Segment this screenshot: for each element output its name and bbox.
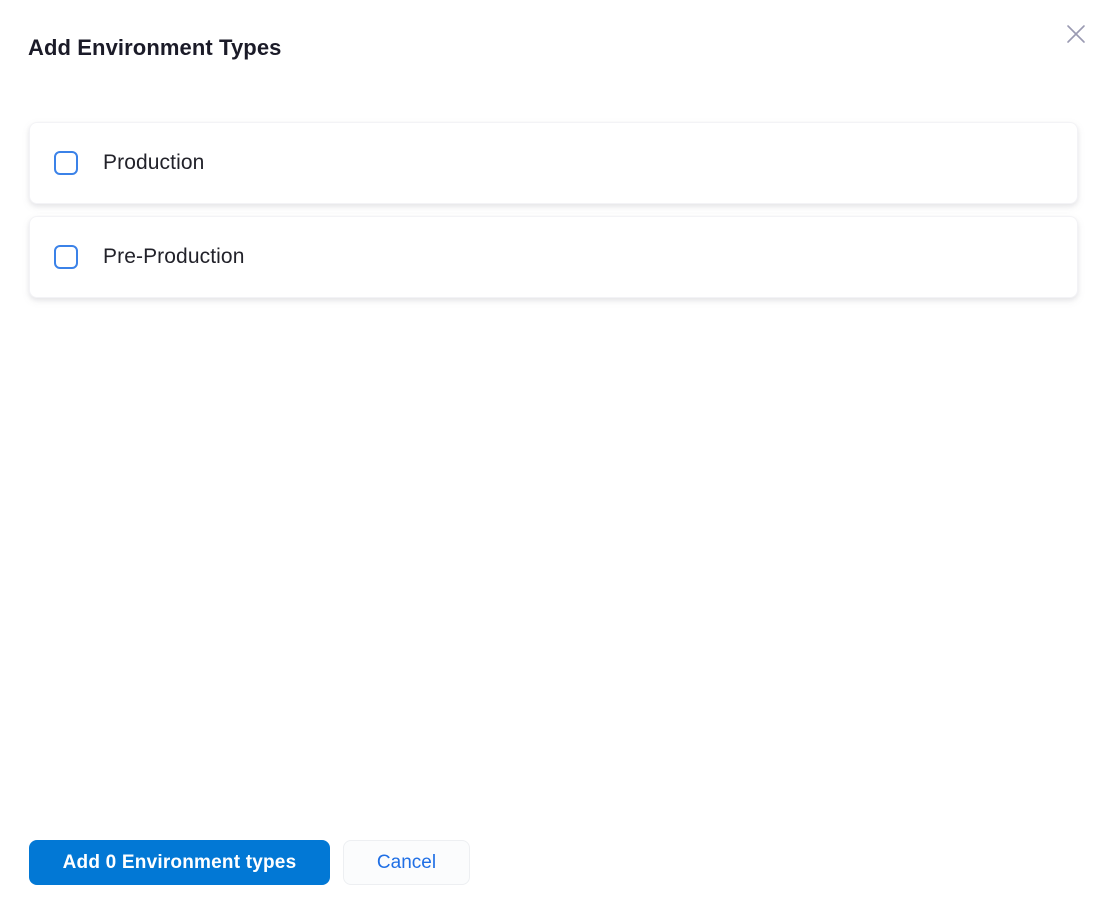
close-button[interactable] <box>1060 18 1092 50</box>
option-label: Pre-Production <box>103 244 244 270</box>
option-row-production[interactable]: Production <box>29 122 1078 204</box>
dialog-footer: Add 0 Environment types Cancel <box>29 840 470 885</box>
option-label: Production <box>103 150 204 176</box>
checkbox-pre-production[interactable] <box>54 245 78 269</box>
page-title: Add Environment Types <box>28 34 1084 62</box>
checkbox-production[interactable] <box>54 151 78 175</box>
add-environment-types-dialog: Add Environment Types Production Pre-Pro… <box>0 0 1112 920</box>
environment-type-list: Production Pre-Production <box>29 122 1078 298</box>
close-icon <box>1064 22 1088 46</box>
dialog-header: Add Environment Types <box>0 0 1112 62</box>
add-environment-types-button[interactable]: Add 0 Environment types <box>29 840 330 885</box>
option-row-pre-production[interactable]: Pre-Production <box>29 216 1078 298</box>
cancel-button[interactable]: Cancel <box>343 840 470 885</box>
